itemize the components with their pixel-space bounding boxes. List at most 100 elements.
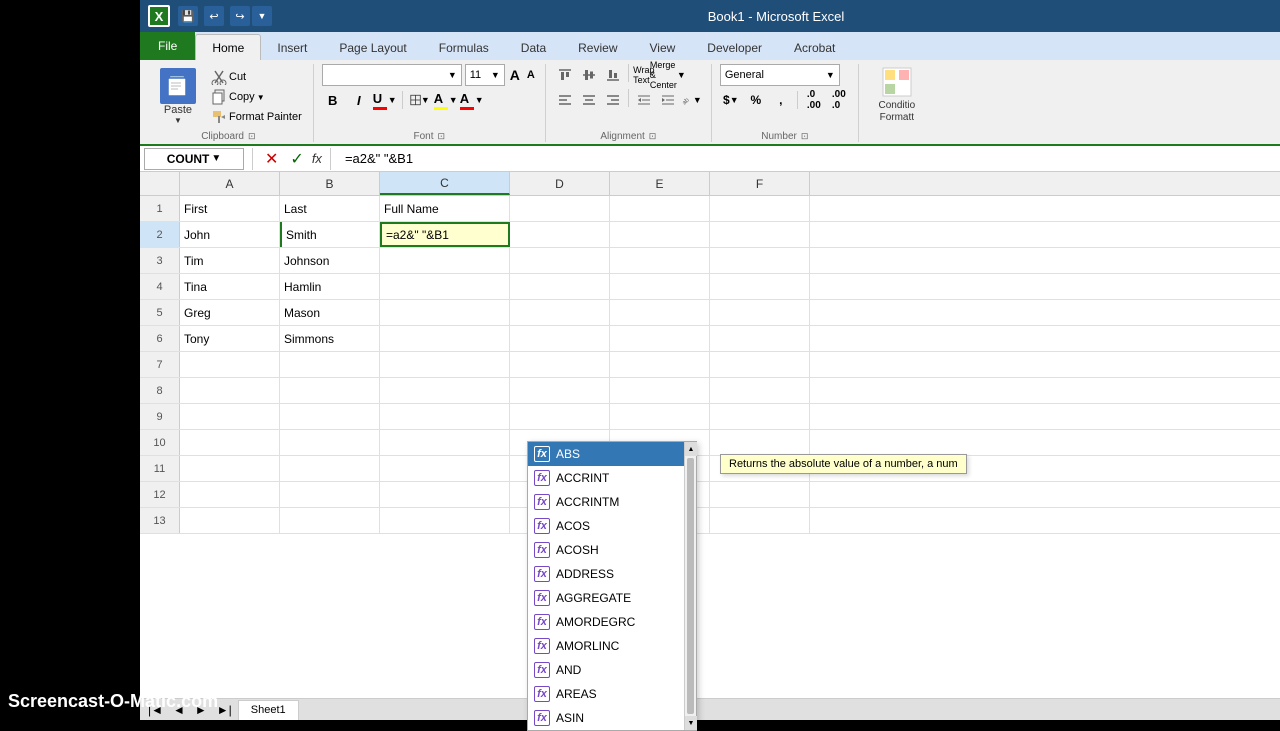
- cell-a4[interactable]: Tina: [180, 274, 280, 299]
- alignment-dialog-launcher[interactable]: ⊡: [649, 131, 657, 142]
- cell-b10[interactable]: [280, 430, 380, 455]
- cell-f6[interactable]: [710, 326, 810, 351]
- cell-f7[interactable]: [710, 352, 810, 377]
- tab-home[interactable]: Home: [195, 34, 261, 60]
- tab-acrobat[interactable]: Acrobat: [778, 36, 851, 60]
- conditional-formatting-button[interactable]: ConditioFormatt: [867, 64, 927, 126]
- cell-d4[interactable]: [510, 274, 610, 299]
- copy-arrow[interactable]: ▼: [257, 93, 265, 102]
- font-size-decrease[interactable]: A: [525, 69, 537, 81]
- autocomplete-item-address[interactable]: fx ADDRESS: [528, 562, 696, 586]
- formula-confirm-button[interactable]: ✓: [286, 149, 307, 169]
- cell-b7[interactable]: [280, 352, 380, 377]
- percent-button[interactable]: %: [745, 89, 767, 111]
- name-box-arrow[interactable]: ▼: [211, 153, 221, 164]
- autocomplete-item-aggregate[interactable]: fx AGGREGATE: [528, 586, 696, 610]
- increase-indent-button[interactable]: [657, 89, 679, 111]
- underline-button[interactable]: U ▼: [374, 89, 396, 111]
- format-painter-button[interactable]: Format Painter: [208, 108, 305, 126]
- scroll-up-button[interactable]: ▲: [685, 442, 697, 456]
- cell-c10[interactable]: [380, 430, 510, 455]
- col-header-e[interactable]: E: [610, 172, 710, 195]
- autocomplete-item-and[interactable]: fx AND: [528, 658, 696, 682]
- cell-c1[interactable]: Full Name: [380, 196, 510, 221]
- cell-c11[interactable]: [380, 456, 510, 481]
- cell-b8[interactable]: [280, 378, 380, 403]
- cell-c9[interactable]: [380, 404, 510, 429]
- align-left-button[interactable]: [554, 89, 576, 111]
- cell-a2[interactable]: John: [180, 222, 280, 247]
- orientation-button[interactable]: ab ▼: [681, 89, 703, 111]
- tab-file[interactable]: File: [140, 32, 195, 60]
- autocomplete-item-abs[interactable]: fx ABS: [528, 442, 696, 466]
- autocomplete-item-accrint[interactable]: fx ACCRINT: [528, 466, 696, 490]
- cell-a8[interactable]: [180, 378, 280, 403]
- cell-e4[interactable]: [610, 274, 710, 299]
- font-name-dropdown[interactable]: ▼: [322, 64, 462, 86]
- merge-center-arrow[interactable]: ▼: [677, 70, 686, 80]
- autocomplete-item-asin[interactable]: fx ASIN: [528, 706, 696, 730]
- tab-developer[interactable]: Developer: [691, 36, 778, 60]
- tab-insert[interactable]: Insert: [261, 36, 323, 60]
- decrease-decimal-button[interactable]: .00.0: [828, 89, 850, 111]
- cell-f4[interactable]: [710, 274, 810, 299]
- fill-color-button[interactable]: A ▼: [435, 89, 457, 111]
- cell-b2[interactable]: Smith: [280, 222, 380, 247]
- cell-b1[interactable]: Last: [280, 196, 380, 221]
- autocomplete-item-acos[interactable]: fx ACOS: [528, 514, 696, 538]
- cell-e6[interactable]: [610, 326, 710, 351]
- cell-b11[interactable]: [280, 456, 380, 481]
- align-right-button[interactable]: [602, 89, 624, 111]
- redo-icon[interactable]: ↪: [230, 6, 250, 26]
- decrease-indent-button[interactable]: [633, 89, 655, 111]
- font-color-button[interactable]: A ▼: [461, 89, 483, 111]
- cell-d9[interactable]: [510, 404, 610, 429]
- borders-button[interactable]: ▼: [409, 89, 431, 111]
- borders-arrow[interactable]: ▼: [421, 95, 430, 105]
- cell-a3[interactable]: Tim: [180, 248, 280, 273]
- number-format-dropdown[interactable]: General ▼: [720, 64, 840, 86]
- comma-button[interactable]: ,: [770, 89, 792, 111]
- paste-dropdown-arrow[interactable]: ▼: [174, 116, 182, 125]
- cell-f13[interactable]: [710, 508, 810, 533]
- font-size-input[interactable]: 11 ▼: [465, 64, 505, 86]
- cell-e5[interactable]: [610, 300, 710, 325]
- tab-page-layout[interactable]: Page Layout: [323, 36, 422, 60]
- undo-icon[interactable]: ↩: [204, 6, 224, 26]
- cell-c8[interactable]: [380, 378, 510, 403]
- currency-arrow[interactable]: ▼: [730, 95, 739, 105]
- col-header-f[interactable]: F: [710, 172, 810, 195]
- increase-decimal-button[interactable]: .0.00: [803, 89, 825, 111]
- col-header-c[interactable]: C: [380, 172, 510, 195]
- cell-d7[interactable]: [510, 352, 610, 377]
- fill-color-arrow[interactable]: ▼: [449, 95, 458, 105]
- font-size-increase[interactable]: A: [508, 67, 522, 83]
- cell-d1[interactable]: [510, 196, 610, 221]
- cell-f5[interactable]: [710, 300, 810, 325]
- col-header-b[interactable]: B: [280, 172, 380, 195]
- orientation-arrow[interactable]: ▼: [693, 95, 702, 105]
- cell-b6[interactable]: Simmons: [280, 326, 380, 351]
- formula-cancel-button[interactable]: ✕: [261, 149, 282, 169]
- cell-b13[interactable]: [280, 508, 380, 533]
- cell-a12[interactable]: [180, 482, 280, 507]
- cell-f3[interactable]: [710, 248, 810, 273]
- cell-e7[interactable]: [610, 352, 710, 377]
- autocomplete-item-amorlinc[interactable]: fx AMORLINC: [528, 634, 696, 658]
- font-color-arrow[interactable]: ▼: [475, 95, 484, 105]
- save-icon[interactable]: 💾: [178, 6, 198, 26]
- bold-button[interactable]: B: [322, 89, 344, 111]
- cell-b3[interactable]: Johnson: [280, 248, 380, 273]
- align-center-button[interactable]: [578, 89, 600, 111]
- cell-f9[interactable]: [710, 404, 810, 429]
- cell-a5[interactable]: Greg: [180, 300, 280, 325]
- cell-a1[interactable]: First: [180, 196, 280, 221]
- cell-a10[interactable]: [180, 430, 280, 455]
- cell-c3[interactable]: [380, 248, 510, 273]
- cell-d2[interactable]: [510, 222, 610, 247]
- autocomplete-item-areas[interactable]: fx AREAS: [528, 682, 696, 706]
- cell-c7[interactable]: [380, 352, 510, 377]
- name-box[interactable]: COUNT ▼: [144, 148, 244, 170]
- cell-e2[interactable]: [610, 222, 710, 247]
- dropdown-scrollbar[interactable]: ▲ ▼: [684, 442, 696, 730]
